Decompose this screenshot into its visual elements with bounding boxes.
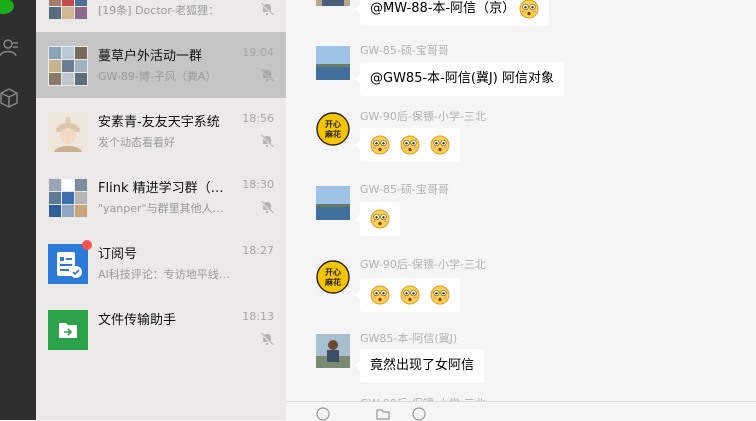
sender-name: GW-90后-保镖-小学-三北 xyxy=(360,110,486,123)
message-bubble[interactable]: @MW-88-本-阿信（京） xyxy=(354,0,550,26)
conversation-item-file-transfer[interactable]: 文件传输助手 18:13 xyxy=(36,296,286,362)
input-toolbar xyxy=(286,402,756,421)
emoji-icon xyxy=(370,135,390,154)
chat-panel: @MW-88-本-阿信（京） GW-85-硕-宝哥哥 @GW85-本-阿信(冀J… xyxy=(286,0,756,420)
online-status-icon xyxy=(0,0,14,14)
sender-name: GW-85-硕-宝哥哥 xyxy=(360,183,449,196)
favorites-cube-icon[interactable] xyxy=(0,88,18,108)
conversation-name: 蔓草户外活动一群 xyxy=(98,49,203,64)
unread-dot-icon xyxy=(82,240,92,250)
file-transfer-icon xyxy=(48,310,88,350)
conversation-item[interactable]: Flink 精进学习群（… 18:30 "yanper"与群里其他人… xyxy=(36,164,286,230)
message-bubble[interactable] xyxy=(354,278,461,312)
conversation-name: 文件传输助手 xyxy=(98,313,177,328)
contacts-icon[interactable] xyxy=(0,38,18,58)
mute-bell-icon xyxy=(260,332,274,346)
mute-bell-icon xyxy=(260,200,274,214)
folder-icon[interactable] xyxy=(376,407,390,421)
mute-bell-icon xyxy=(260,2,274,16)
sender-avatar: 开心 麻花 xyxy=(316,260,350,294)
message-bubble[interactable] xyxy=(355,202,400,236)
conversation-time: 18:30 xyxy=(242,178,274,191)
conversation-time: 19:04 xyxy=(242,46,274,59)
avatar-badge-line2: 麻花 xyxy=(324,277,341,287)
avatar-badge-line1: 开心 xyxy=(325,119,341,129)
conversation-list: [19条] Doctor-老狐狸： 蔓草户外活动一群 19:04 GW-89-博… xyxy=(36,0,286,420)
group-avatar xyxy=(48,46,88,86)
mute-bell-icon xyxy=(260,68,274,82)
sender-name: GW-85-硕-宝哥哥 xyxy=(360,44,449,57)
message-text: @MW-88-本-阿信（京） xyxy=(370,1,516,16)
conversation-name: Flink 精进学习群（… xyxy=(98,181,224,196)
message-text: @GW85-本-阿信(冀J) 阿信对象 xyxy=(370,71,554,86)
conversation-time: 18:56 xyxy=(242,112,274,125)
group-avatar xyxy=(48,178,88,218)
mute-bell-icon xyxy=(260,134,274,148)
sender-avatar xyxy=(316,0,350,6)
group-avatar xyxy=(48,0,88,20)
conversation-preview: "yanper"与群里其他人… xyxy=(98,202,224,215)
sender-name: GW85-本-阿信(冀J) xyxy=(360,332,458,345)
subscription-account-icon xyxy=(48,244,88,284)
avatar-badge-line1: 开心 xyxy=(325,267,341,277)
conversation-preview: AI科技评论：专访地平线… xyxy=(98,268,230,281)
emoji-icon xyxy=(400,285,420,304)
sender-avatar xyxy=(316,186,350,220)
sender-name: GW-90后-保镖-小学-三北 xyxy=(360,258,486,271)
message-bubble[interactable]: 竟然出现了女阿信 xyxy=(354,349,485,383)
sender-avatar xyxy=(316,334,350,368)
emoji-icon xyxy=(370,285,390,304)
screenshot-icon[interactable] xyxy=(412,407,426,421)
message-text: 竟然出现了女阿信 xyxy=(370,358,475,373)
emoji-icon xyxy=(519,0,539,18)
sender-avatar: 开心 麻花 xyxy=(316,112,350,146)
emoji-picker-icon[interactable] xyxy=(316,407,330,421)
emoji-icon xyxy=(430,285,450,304)
conversation-preview: GW-89-博-子风（粪A） xyxy=(98,70,217,83)
conversation-preview: 发个动态看看好 xyxy=(98,136,175,149)
avatar-badge-line2: 麻花 xyxy=(324,129,341,139)
user-avatar xyxy=(48,112,88,152)
emoji-icon xyxy=(370,209,390,228)
emoji-icon xyxy=(430,135,450,154)
conversation-item-subscriptions[interactable]: 订阅号 18:27 AI科技评论：专访地平线… xyxy=(36,230,286,296)
conversation-time: 18:13 xyxy=(242,310,274,323)
conversation-item[interactable]: 安素青-友友天宇系统 18:56 发个动态看看好 xyxy=(36,98,286,164)
conversation-time: 18:27 xyxy=(242,244,274,257)
message-bubble[interactable] xyxy=(354,128,461,162)
conversation-name: 安素青-友友天宇系统 xyxy=(98,115,220,130)
emoji-icon xyxy=(400,135,420,154)
conversation-item[interactable]: [19条] Doctor-老狐狸： xyxy=(36,0,286,32)
sender-avatar xyxy=(316,46,350,80)
conversation-preview: [19条] Doctor-老狐狸： xyxy=(98,4,220,17)
conversation-name: 订阅号 xyxy=(98,247,138,262)
conversation-item-selected[interactable]: 蔓草户外活动一群 19:04 GW-89-博-子风（粪A） xyxy=(36,32,286,98)
sidebar xyxy=(0,0,36,420)
message-bubble[interactable]: @GW85-本-阿信(冀J) 阿信对象 xyxy=(355,62,564,96)
